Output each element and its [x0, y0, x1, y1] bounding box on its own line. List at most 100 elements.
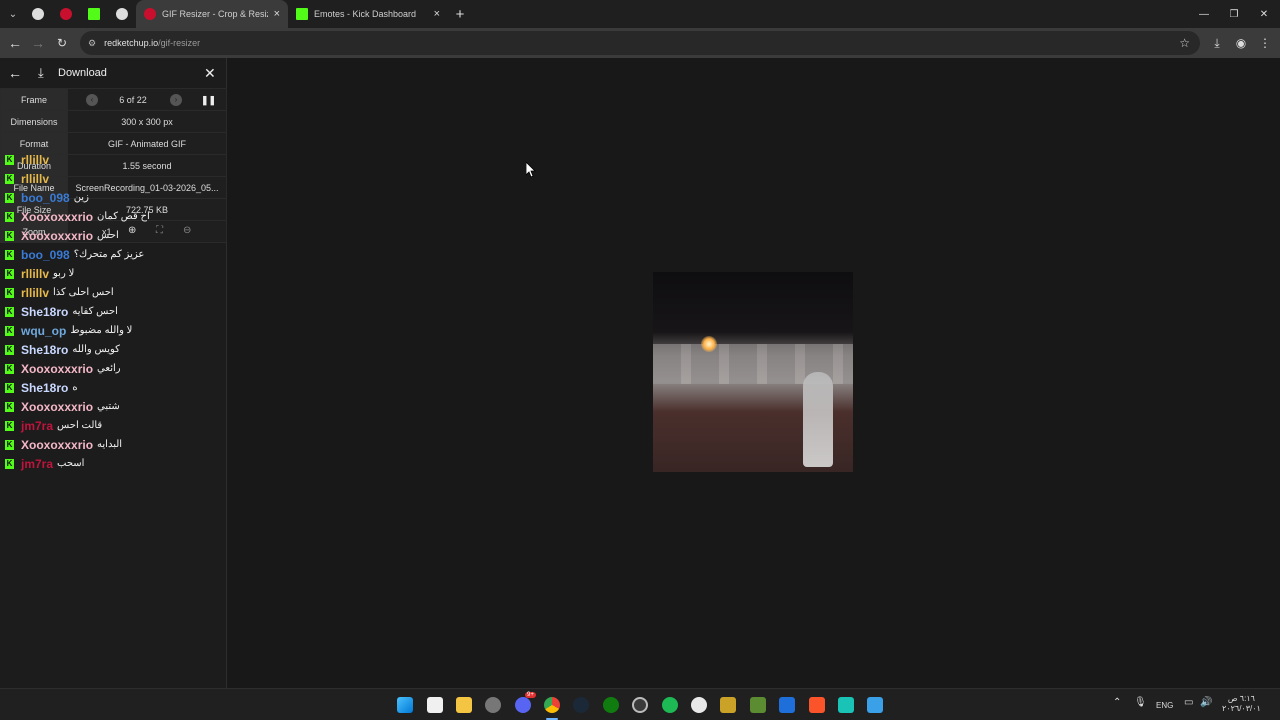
tab-gif-resizer[interactable]: GIF Resizer - Crop & Resize Ani × — [136, 0, 288, 28]
editor-app-icon[interactable] — [867, 697, 883, 713]
restore-button[interactable]: ❐ — [1218, 0, 1250, 28]
chat-username[interactable]: rllillv — [21, 153, 49, 167]
chat-message: Krllillv — [0, 169, 227, 188]
file-explorer-icon[interactable] — [456, 697, 472, 713]
chat-username[interactable]: rllillv — [21, 172, 49, 186]
game-app-icon[interactable] — [720, 697, 736, 713]
settings-gear-icon[interactable] — [485, 697, 501, 713]
download-icon[interactable]: ⤓ — [38, 65, 44, 81]
system-clock[interactable]: ٦:١٦ ص ٢٠٢٦/٠٣/٠١ — [1222, 694, 1261, 714]
clock-time: ٦:١٦ ص — [1227, 694, 1255, 703]
xbox-icon[interactable] — [603, 697, 619, 713]
menu-icon[interactable]: ⋮ — [1253, 31, 1277, 55]
chat-username[interactable]: She18ro — [21, 343, 68, 357]
kick-badge-icon: K — [5, 439, 14, 450]
kick-badge-icon: K — [5, 287, 14, 298]
next-frame-button[interactable]: › — [170, 94, 182, 106]
chat-username[interactable]: Xooxoxxxrio — [21, 400, 93, 414]
pinned-tab-4[interactable] — [108, 0, 136, 28]
chat-message: Krllillv — [0, 150, 227, 169]
discord-badge: 9+ — [525, 692, 536, 698]
windows-start-icon[interactable] — [397, 697, 413, 713]
url-path: /gif-resizer — [158, 38, 201, 48]
minimize-button[interactable]: — — [1188, 0, 1220, 28]
kick-badge-icon: K — [5, 363, 14, 374]
pinned-tab-3[interactable] — [80, 0, 108, 28]
capcut-icon[interactable] — [691, 697, 707, 713]
info-value: 300 x 300 px — [67, 110, 227, 133]
clock-date: ٢٠٢٦/٠٣/٠١ — [1222, 704, 1261, 713]
url-host: redketchup.io — [104, 38, 159, 48]
chat-username[interactable]: Xooxoxxxrio — [21, 438, 93, 452]
microphone-icon[interactable]: 🎙 — [1134, 697, 1147, 708]
chat-username[interactable]: She18ro — [21, 381, 68, 395]
chat-username[interactable]: Xooxoxxxrio — [21, 229, 93, 243]
obs-icon[interactable] — [632, 697, 648, 713]
chat-username[interactable]: rllillv — [21, 267, 49, 281]
close-window-button[interactable]: ✕ — [1248, 0, 1280, 28]
light-glow — [701, 336, 717, 352]
chat-username[interactable]: jm7ra — [21, 457, 53, 471]
store-icon[interactable] — [427, 697, 443, 713]
chat-text: كويس والله — [72, 344, 120, 355]
chat-message: K Xooxoxxxrio اح قص كمان — [0, 207, 227, 226]
chat-message: K Xooxoxxxrio البدايه — [0, 435, 227, 454]
chat-text: لا والله مضبوط — [70, 325, 133, 336]
pinned-tab-2[interactable] — [52, 0, 80, 28]
remote-app-icon[interactable] — [779, 697, 795, 713]
audio-app-icon[interactable] — [838, 697, 854, 713]
steam-icon[interactable] — [573, 697, 589, 713]
tab-title: GIF Resizer - Crop & Resize Ani — [162, 9, 268, 19]
close-tab-icon[interactable]: × — [434, 8, 440, 20]
pinned-app-icon — [116, 8, 128, 20]
close-icon[interactable]: ✕ — [204, 65, 216, 82]
downloads-icon[interactable]: ⤓ — [1205, 31, 1229, 55]
brave-icon[interactable] — [809, 697, 825, 713]
site-info-icon[interactable]: ⚙ — [88, 38, 96, 49]
prev-frame-button[interactable]: ‹ — [86, 94, 98, 106]
chat-username[interactable]: Xooxoxxxrio — [21, 210, 93, 224]
kick-icon — [296, 8, 308, 20]
kick-badge-icon: K — [5, 192, 14, 203]
reload-button[interactable]: ↻ — [50, 31, 74, 55]
language-indicator[interactable]: ENG — [1156, 701, 1173, 710]
chat-text: قالت احس — [57, 420, 103, 431]
gif-preview-area — [228, 58, 1280, 688]
back-button[interactable]: ← — [3, 31, 27, 55]
gif-preview-image — [653, 272, 853, 472]
pause-icon[interactable]: ❚❚ — [201, 95, 216, 106]
tab-search-icon[interactable]: ⌄ — [2, 3, 24, 25]
volume-icon[interactable]: 🔊 — [1200, 697, 1212, 708]
chrome-icon[interactable] — [544, 697, 560, 713]
new-tab-button[interactable]: + — [448, 6, 472, 23]
download-label[interactable]: Download — [58, 67, 107, 79]
kick-badge-icon: K — [5, 325, 14, 336]
bookmark-star-icon[interactable]: ☆ — [1179, 36, 1190, 50]
chat-username[interactable]: jm7ra — [21, 419, 53, 433]
profile-icon[interactable]: ◉ — [1229, 31, 1253, 55]
pinned-tab-1[interactable] — [24, 0, 52, 28]
minecraft-icon[interactable] — [750, 697, 766, 713]
chat-username[interactable]: wqu_op — [21, 324, 66, 338]
kick-icon — [88, 8, 100, 20]
browser-toolbar: ← → ↻ ⚙ redketchup.io/gif-resizer ☆ ⤓ ◉ … — [0, 28, 1280, 58]
discord-icon[interactable] — [515, 697, 531, 713]
mouse-cursor-icon — [526, 162, 536, 178]
chat-username[interactable]: rllillv — [21, 286, 49, 300]
forward-button[interactable]: → — [26, 31, 50, 55]
chat-username[interactable]: boo_098 — [21, 248, 70, 262]
panel-header: ← ⤓ Download ✕ — [0, 58, 226, 88]
chat-overlay: Krllillv Krllillv Kboo_098 زين K Xooxoxxxrio ا… — [0, 150, 227, 473]
close-tab-icon[interactable]: × — [274, 8, 280, 20]
tab-kick-emotes[interactable]: Emotes - Kick Dashboard × — [288, 0, 448, 28]
back-arrow-icon[interactable]: ← — [8, 65, 22, 81]
info-row-frame: Frame ‹ 6 of 22 › ❚❚ — [0, 88, 227, 111]
address-bar[interactable]: ⚙ redketchup.io/gif-resizer ☆ — [80, 31, 1200, 55]
chat-username[interactable]: Xooxoxxxrio — [21, 362, 93, 376]
chat-username[interactable]: She18ro — [21, 305, 68, 319]
network-icon[interactable]: ▭ — [1184, 697, 1193, 708]
tray-expand-icon[interactable]: ⌃ — [1113, 697, 1121, 708]
chat-username[interactable]: boo_098 — [21, 191, 70, 205]
spotify-icon[interactable] — [662, 697, 678, 713]
chat-text: زين — [73, 192, 89, 203]
